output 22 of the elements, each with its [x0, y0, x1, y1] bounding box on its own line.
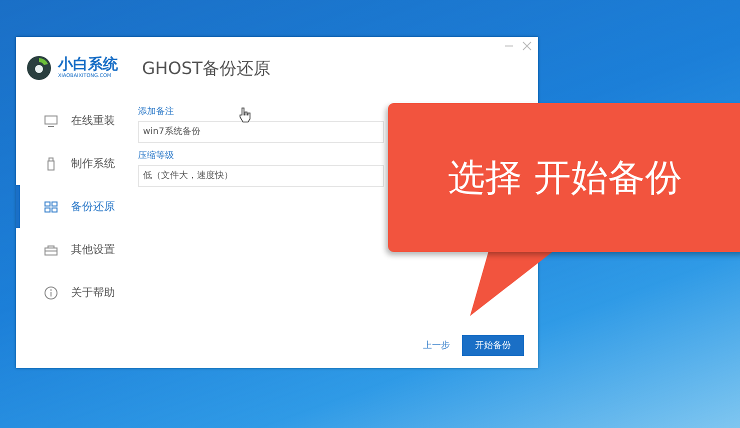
sidebar-item[interactable]: 关于帮助 [16, 271, 128, 314]
sidebar-item[interactable]: 在线重装 [16, 99, 128, 142]
grid-icon [44, 200, 58, 214]
toolbox-icon [44, 242, 58, 256]
info-icon [44, 286, 58, 300]
hand-cursor-icon [239, 107, 251, 123]
sidebar-item[interactable]: 备份还原 [16, 185, 128, 228]
callout-text: 选择 开始备份 [448, 154, 682, 200]
field-label: 压缩等级 [138, 150, 174, 162]
sidebar-item[interactable]: 制作系统 [16, 142, 128, 185]
start-button[interactable]: 开始备份 [462, 335, 524, 356]
sidebar-item[interactable]: 其他设置 [16, 228, 128, 271]
input-field[interactable]: 低（文件大，速度快） [138, 165, 384, 187]
field-label: 添加备注 [138, 106, 174, 118]
window-title: GHOST备份还原 [142, 58, 271, 80]
monitor-icon [44, 114, 58, 128]
logo-icon [26, 55, 52, 81]
close-icon [522, 41, 532, 51]
logo-text: 小白系统 [58, 56, 118, 73]
back-link[interactable]: 上一步 [423, 339, 450, 352]
input-field[interactable]: win7系统备份 [138, 121, 384, 143]
close-button[interactable] [520, 39, 534, 53]
